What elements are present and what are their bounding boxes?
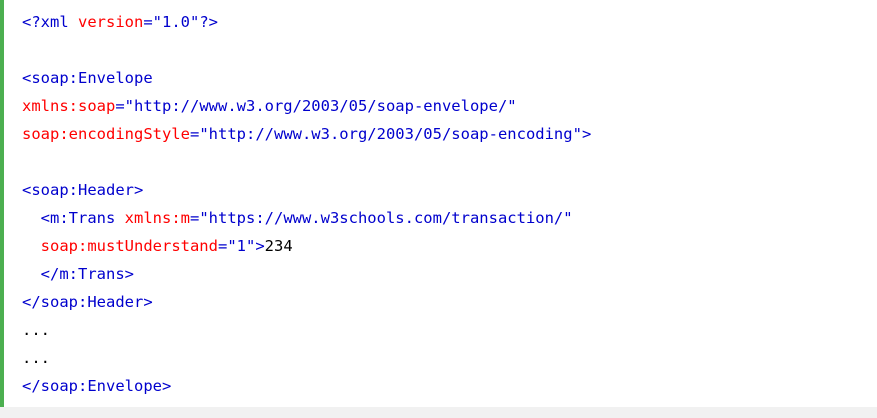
xml-tag-token: <soap:Header> xyxy=(22,181,144,199)
xml-tag-token: <?xml xyxy=(22,13,69,31)
xml-tag-token: </m:Trans> xyxy=(40,265,134,283)
xml-tag-token: ?> xyxy=(199,13,219,31)
code-line: ... xyxy=(22,344,591,372)
xml-text-token xyxy=(22,265,41,283)
xml-value-token: = xyxy=(189,209,200,227)
page: <?xml version="1.0"?> <soap:Envelope xmlns… xyxy=(0,0,877,418)
xml-text-token: ... xyxy=(22,321,50,339)
xml-attribute-token: xmlns:soap xyxy=(22,97,116,115)
xml-value-token: = xyxy=(189,125,200,143)
xml-text-token: ... xyxy=(22,349,50,367)
xml-value-token: "1.0" xyxy=(152,13,200,31)
code-line: soap:mustUnderstand="1">234 xyxy=(22,232,591,260)
xml-value-token: = xyxy=(143,13,153,31)
panel-bottom-divider xyxy=(0,407,877,418)
code-line: soap:encodingStyle="http://www.w3.org/20… xyxy=(22,120,591,148)
code-line: <soap:Envelope xyxy=(22,64,591,92)
xml-value-token: "http://www.w3.org/2003/05/soap-encoding… xyxy=(199,125,582,143)
xml-text-token xyxy=(22,237,41,255)
xml-code-block: <?xml version="1.0"?> <soap:Envelope xmlns… xyxy=(22,8,591,400)
xml-attribute-token: xmlns:m xyxy=(115,209,190,227)
xml-value-token: "https://www.w3schools.com/transaction/" xyxy=(199,209,573,227)
code-line: </soap:Header> xyxy=(22,288,591,316)
xml-tag-token: <soap:Envelope xyxy=(22,69,153,87)
xml-text-token xyxy=(22,209,41,227)
code-line: <?xml version="1.0"?> xyxy=(22,8,591,36)
xml-attribute-token: soap:encodingStyle xyxy=(22,125,190,143)
xml-value-token: = xyxy=(115,97,125,115)
code-line: <soap:Header> xyxy=(22,176,591,204)
xml-tag-token: </soap:Envelope> xyxy=(22,377,172,395)
code-example-panel: <?xml version="1.0"?> <soap:Envelope xmlns… xyxy=(0,0,877,407)
code-line: <m:Trans xmlns:m="https://www.w3schools.… xyxy=(22,204,591,232)
code-line: </soap:Envelope> xyxy=(22,372,591,400)
xml-value-token: = xyxy=(217,237,228,255)
xml-tag-token: > xyxy=(581,125,592,143)
xml-tag-token: > xyxy=(255,237,265,255)
xml-tag-token: <m:Trans xyxy=(40,209,116,227)
code-line: xmlns:soap="http://www.w3.org/2003/05/so… xyxy=(22,92,591,120)
code-line: ... xyxy=(22,316,591,344)
xml-attribute-token: soap:mustUnderstand xyxy=(40,237,218,255)
code-line: </m:Trans> xyxy=(22,260,591,288)
xml-tag-token: </soap:Header> xyxy=(22,293,153,311)
xml-attribute-token: version xyxy=(68,13,144,31)
xml-value-token: "http://www.w3.org/2003/05/soap-envelope… xyxy=(124,97,517,115)
xml-value-token: "1" xyxy=(227,237,256,255)
xml-text-token: 234 xyxy=(264,237,293,255)
